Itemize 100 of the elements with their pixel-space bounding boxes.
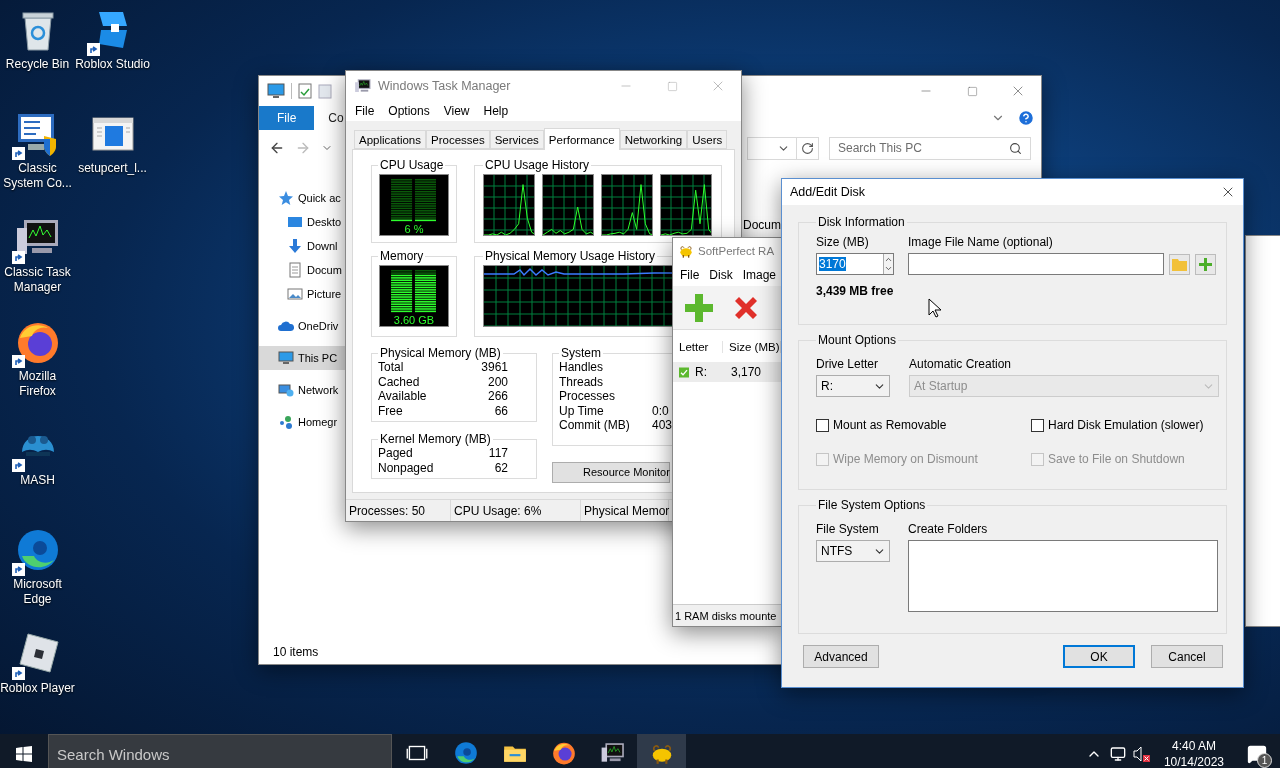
sidebar-item[interactable]: Quick ac xyxy=(259,186,346,210)
network-icon xyxy=(278,382,294,398)
menu-item[interactable]: Help xyxy=(476,104,516,118)
sidebar-item[interactable]: Network xyxy=(259,378,346,402)
column-header[interactable]: Letter xyxy=(673,341,723,353)
search-field[interactable]: Search This PC xyxy=(830,137,1030,159)
desktop-icon-label[interactable]: Classic System Co... xyxy=(0,161,75,191)
memory-reading: 3.60 GB xyxy=(393,314,435,326)
help-icon[interactable] xyxy=(1017,109,1035,127)
advanced-button[interactable]: Advanced xyxy=(803,645,879,668)
stat-label: Up Time xyxy=(559,403,605,418)
file-system-select[interactable]: NTFS xyxy=(816,540,890,562)
group-title: Physical Memory Usage History xyxy=(484,249,657,263)
stat-label: Processes xyxy=(559,389,617,404)
menu-item[interactable]: File xyxy=(348,104,382,118)
desktop-icon-label[interactable]: Roblox Player xyxy=(0,681,75,696)
tab[interactable]: Networking xyxy=(619,130,688,149)
option-checkbox[interactable]: Mount as Removable xyxy=(816,418,947,432)
desktop-icon-label[interactable]: MASH xyxy=(0,473,75,488)
menu-item[interactable]: Image xyxy=(737,268,781,282)
spin-up-icon[interactable] xyxy=(884,255,893,264)
resource-monitor-button[interactable]: Resource Monitor xyxy=(552,461,670,483)
size-spinner[interactable]: 3170 xyxy=(816,253,894,275)
windows-logo-icon[interactable] xyxy=(16,746,32,762)
field-label: Image File Name (optional) xyxy=(908,235,1054,249)
tab[interactable]: Processes xyxy=(426,130,490,149)
desktop-icon-label[interactable]: Microsoft Edge xyxy=(0,577,75,607)
star-icon xyxy=(278,190,294,206)
status-text: CPU Usage: 6% xyxy=(451,500,581,521)
clock-time[interactable]: 4:40 AM xyxy=(1171,738,1216,754)
sidebar-item[interactable]: Docum xyxy=(259,258,346,282)
properties-icon[interactable] xyxy=(298,83,312,99)
group-title: System xyxy=(560,346,602,360)
option-checkbox[interactable]: Hard Disk Emulation (slower) xyxy=(1031,418,1204,432)
group-title: CPU Usage History xyxy=(484,158,591,172)
refresh-icon[interactable] xyxy=(801,141,814,155)
tab[interactable]: Users xyxy=(687,130,728,149)
add-folder-button[interactable] xyxy=(1195,253,1216,275)
dialog-title: Add/Edit Disk xyxy=(790,185,866,199)
group-title: Physical Memory (MB) xyxy=(379,346,502,360)
muted-speaker-icon[interactable] xyxy=(1132,746,1151,762)
desktop-icon-label[interactable]: Roblox Studio xyxy=(75,57,150,72)
stat-value: 266 xyxy=(487,389,508,404)
group-title: CPU Usage xyxy=(379,158,445,172)
sidebar-item[interactable]: Picture xyxy=(259,282,346,306)
menu-item[interactable]: Options xyxy=(381,104,437,118)
taskbar-search-field[interactable]: Search Windows xyxy=(49,735,391,768)
notification-count: 1 xyxy=(1257,753,1272,768)
menu-item[interactable]: File xyxy=(675,268,705,282)
search-icon[interactable] xyxy=(1009,141,1022,155)
stat-label: Total xyxy=(378,360,405,375)
ribbon-tab[interactable]: Co xyxy=(314,106,344,130)
group-title: Memory xyxy=(379,249,425,263)
clock-date[interactable]: 10/14/2023 xyxy=(1163,754,1224,768)
dialog-button[interactable]: Cancel xyxy=(1151,645,1223,668)
window-title: SoftPerfect RA xyxy=(698,245,775,257)
drive-letter-select[interactable]: R: xyxy=(816,375,890,397)
tab[interactable]: Services xyxy=(489,130,544,149)
dialog-button[interactable]: OK xyxy=(1063,645,1135,668)
table-cell-text: R: xyxy=(695,365,708,379)
desktop-icon-label[interactable]: setupcert_l... xyxy=(75,161,150,176)
back-icon[interactable] xyxy=(269,140,285,156)
group-title: Disk Information xyxy=(817,215,906,229)
desktop-icon-label[interactable]: Recycle Bin xyxy=(0,57,75,72)
address-field[interactable] xyxy=(747,136,797,160)
image-file-field[interactable] xyxy=(908,253,1164,275)
download-arrow-icon xyxy=(287,238,303,254)
menu-item[interactable]: View xyxy=(436,104,477,118)
disk-row[interactable]: R: 3,170 xyxy=(673,362,781,382)
field-label: Size (MB) xyxy=(816,235,870,249)
sidebar-item[interactable]: Homegr xyxy=(259,410,346,434)
stat-label: Threads xyxy=(559,374,605,389)
tab[interactable]: Performance xyxy=(543,128,620,150)
sidebar-item[interactable]: OneDriv xyxy=(259,314,346,338)
ribbon-tab[interactable]: File xyxy=(259,106,315,130)
group-title: Kernel Memory (MB) xyxy=(379,432,492,446)
group-title: Mount Options xyxy=(817,333,898,347)
sidebar-item[interactable]: This PC xyxy=(259,346,346,370)
network-icon[interactable] xyxy=(1109,746,1126,762)
stat-value: 62 xyxy=(494,460,508,475)
create-folders-field[interactable] xyxy=(908,540,1218,612)
status-text: Physical Memor xyxy=(581,500,669,521)
stat-label: Paged xyxy=(378,446,414,461)
desktop-icon-label[interactable]: Mozilla Firefox xyxy=(0,369,75,399)
stat-label: Available xyxy=(378,389,428,404)
free-space-text: 3,439 MB free xyxy=(816,284,894,298)
desktop-icon-label[interactable]: Classic Task Manager xyxy=(0,265,75,295)
tab[interactable]: Applications xyxy=(354,130,426,149)
sidebar-item[interactable]: Deskto xyxy=(259,210,346,234)
taskbar-app-button[interactable] xyxy=(637,734,686,768)
spin-down-icon[interactable] xyxy=(884,264,893,273)
add-icon[interactable] xyxy=(683,291,715,324)
menu-item[interactable]: Disk xyxy=(704,268,738,282)
field-label: File System xyxy=(816,522,880,536)
stat-label: Handles xyxy=(559,360,605,375)
sidebar-item[interactable]: Downl xyxy=(259,234,346,258)
monitor-graph-icon xyxy=(354,77,372,95)
stat-value: 0:0 xyxy=(652,403,670,418)
folder-name[interactable]: Docum xyxy=(743,218,781,232)
monitor-icon xyxy=(278,350,294,366)
